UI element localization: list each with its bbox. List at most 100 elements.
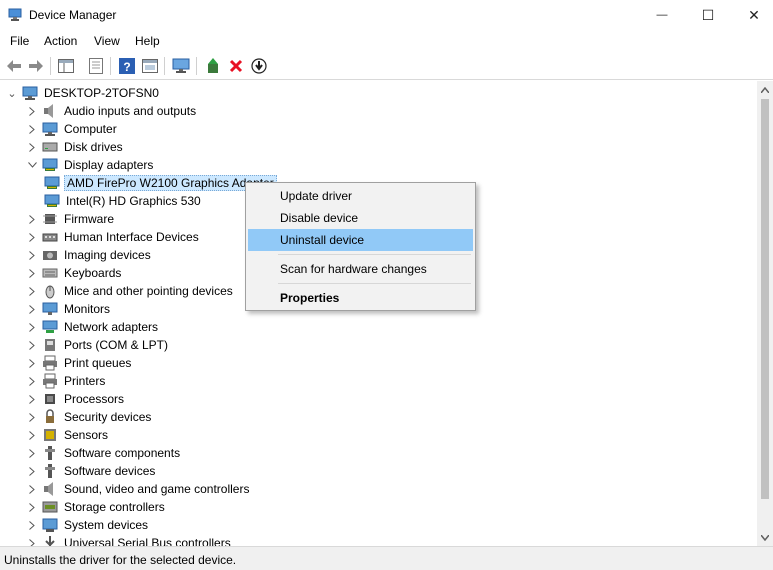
chevron-right-icon[interactable]	[26, 354, 38, 372]
enable-device-button[interactable]	[249, 56, 269, 76]
tree-category-sound-video-and-game-controllers[interactable]: Sound, video and game controllers	[26, 480, 251, 498]
chevron-right-icon[interactable]	[26, 138, 38, 156]
chevron-right-icon[interactable]	[26, 480, 38, 498]
tree-category-software-components[interactable]: Software components	[26, 444, 182, 462]
tree-category-keyboards[interactable]: Keyboards	[26, 264, 123, 282]
tree-category-audio-inputs-and-outputs[interactable]: Audio inputs and outputs	[26, 102, 198, 120]
tree-category-monitors[interactable]: Monitors	[26, 300, 112, 318]
chevron-right-icon[interactable]	[26, 210, 38, 228]
tree-item-label: Sound, video and game controllers	[64, 482, 250, 496]
scroll-down-button[interactable]	[757, 529, 773, 546]
menu-action[interactable]: Action	[44, 34, 77, 48]
chevron-right-icon[interactable]	[26, 516, 38, 534]
mouse-icon	[45, 285, 55, 299]
window-title: Device Manager	[29, 8, 117, 22]
tree-category-universal-serial-bus-controllers[interactable]: Universal Serial Bus controllers	[26, 534, 233, 546]
chevron-right-icon[interactable]	[26, 534, 38, 546]
tree-category-imaging-devices[interactable]: Imaging devices	[26, 246, 153, 264]
menu-item-scan-hardware-changes[interactable]: Scan for hardware changes	[248, 258, 473, 280]
chevron-right-icon[interactable]	[26, 498, 38, 516]
tree-category-computer[interactable]: Computer	[26, 120, 119, 138]
menu-item-disable-device[interactable]: Disable device	[248, 207, 473, 229]
port-icon	[45, 339, 55, 351]
speaker-icon	[44, 104, 53, 118]
menu-item-label: Update driver	[280, 189, 353, 203]
toolbar: ?	[0, 52, 773, 80]
properties-button[interactable]	[86, 56, 106, 76]
tree-category-mice-and-other-pointing-devices[interactable]: Mice and other pointing devices	[26, 282, 235, 300]
tree-item-label: Security devices	[64, 410, 152, 424]
menu-file[interactable]: File	[10, 34, 29, 48]
tree-category-firmware[interactable]: Firmware	[26, 210, 116, 228]
tree-category-network-adapters[interactable]: Network adapters	[26, 318, 160, 336]
scroll-up-button[interactable]	[757, 81, 773, 98]
tree-item-label: Disk drives	[64, 140, 123, 154]
chevron-right-icon[interactable]	[26, 246, 38, 264]
tree-category-sensors[interactable]: Sensors	[26, 426, 110, 444]
chevron-right-icon[interactable]	[26, 336, 38, 354]
tree-category-human-interface-devices[interactable]: Human Interface Devices	[26, 228, 201, 246]
tree-category-disk-drives[interactable]: Disk drives	[26, 138, 125, 156]
tree-category-software-devices[interactable]: Software devices	[26, 462, 157, 480]
uninstall-device-button[interactable]	[226, 56, 246, 76]
update-driver-button[interactable]	[203, 56, 223, 76]
tree-category-security-devices[interactable]: Security devices	[26, 408, 153, 426]
tree-item-label: Processors	[64, 392, 125, 406]
tree-item-label: Software components	[64, 446, 181, 460]
tree-category-display-adapters[interactable]: Display adapters	[26, 156, 155, 174]
tree-item-label: Intel(R) HD Graphics 530	[66, 194, 201, 208]
chevron-right-icon[interactable]	[26, 318, 38, 336]
scan-changes-icon	[172, 58, 190, 73]
menu-help[interactable]: Help	[135, 34, 160, 48]
menu-item-properties[interactable]: Properties	[248, 287, 473, 309]
minimize-button[interactable]: —	[639, 0, 685, 30]
chevron-right-icon[interactable]	[26, 300, 38, 318]
chevron-right-icon[interactable]	[26, 282, 38, 300]
chevron-right-icon[interactable]	[26, 264, 38, 282]
scrollbar-thumb[interactable]	[761, 99, 769, 499]
chevron-down-icon[interactable]	[26, 156, 38, 174]
minimize-icon: —	[656, 9, 668, 21]
tree-item-label: Imaging devices	[64, 248, 151, 262]
toolbar-separator	[110, 57, 111, 75]
show-hide-console-tree-button[interactable]	[56, 56, 76, 76]
tree-item-label: Printers	[64, 374, 106, 388]
tree-item-label: Network adapters	[64, 320, 159, 334]
chevron-down-icon[interactable]: ⌄	[6, 84, 18, 102]
forward-button[interactable]	[26, 56, 46, 76]
vertical-scrollbar[interactable]	[757, 81, 773, 546]
menu-item-update-driver[interactable]: Update driver	[248, 185, 473, 207]
software-icon	[45, 464, 55, 478]
back-button[interactable]	[4, 56, 24, 76]
device-tree[interactable]: ⌄ DESKTOP-2TOFSN0 Audio inputs and outpu…	[0, 81, 757, 546]
scan-hardware-changes-button[interactable]	[171, 56, 191, 76]
close-button[interactable]: ✕	[731, 0, 773, 30]
display-adapter-icon	[44, 194, 60, 207]
tree-item-intel-r-hd-graphics-530[interactable]: Intel(R) HD Graphics 530	[44, 192, 203, 210]
tree-category-print-queues[interactable]: Print queues	[26, 354, 133, 372]
chevron-right-icon[interactable]	[26, 426, 38, 444]
chevron-right-icon[interactable]	[26, 120, 38, 138]
tree-item-amd-firepro-w2100-graphics-adapter[interactable]: AMD FirePro W2100 Graphics Adapter	[44, 174, 277, 192]
chevron-right-icon[interactable]	[26, 444, 38, 462]
view-button[interactable]	[140, 56, 160, 76]
sensor-icon	[44, 429, 56, 441]
help-button[interactable]: ?	[117, 56, 137, 76]
tree-item-label: Display adapters	[64, 158, 154, 172]
menu-view[interactable]: View	[94, 34, 120, 48]
chevron-right-icon[interactable]	[26, 102, 38, 120]
chevron-right-icon[interactable]	[26, 372, 38, 390]
chevron-right-icon[interactable]	[26, 462, 38, 480]
tree-category-printers[interactable]: Printers	[26, 372, 107, 390]
chevron-right-icon[interactable]	[26, 390, 38, 408]
download-icon	[251, 58, 267, 74]
tree-root[interactable]: ⌄ DESKTOP-2TOFSN0	[6, 84, 161, 102]
menu-item-uninstall-device[interactable]: Uninstall device	[248, 229, 473, 251]
maximize-button[interactable]: ☐	[685, 0, 731, 30]
tree-category-system-devices[interactable]: System devices	[26, 516, 150, 534]
chevron-right-icon[interactable]	[26, 228, 38, 246]
chevron-right-icon[interactable]	[26, 408, 38, 426]
tree-category-ports-com-lpt[interactable]: Ports (COM & LPT)	[26, 336, 170, 354]
tree-category-processors[interactable]: Processors	[26, 390, 126, 408]
tree-category-storage-controllers[interactable]: Storage controllers	[26, 498, 167, 516]
